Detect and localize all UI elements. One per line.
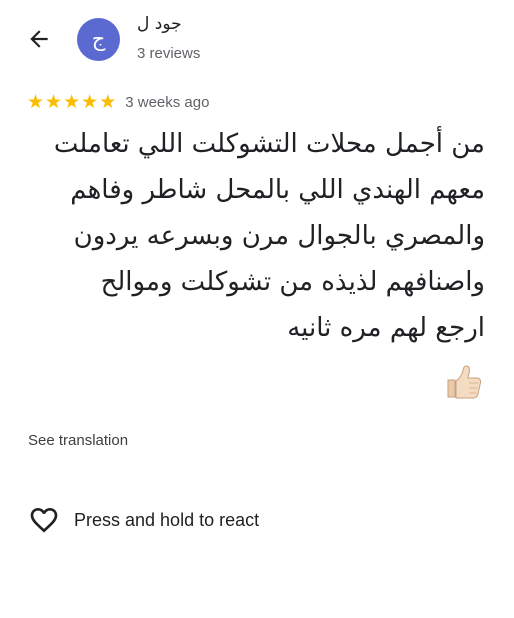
- star-filled-icon: ★: [99, 90, 117, 113]
- star-rating: ★ ★ ★ ★ ★: [27, 90, 117, 113]
- thumbs-up-icon: [447, 365, 482, 399]
- review-date: 3 weeks ago: [125, 93, 210, 111]
- react-button[interactable]: Press and hold to react: [28, 504, 259, 536]
- rating-row: ★ ★ ★ ★ ★ 3 weeks ago: [27, 91, 209, 113]
- reviewer-name[interactable]: جود ل: [137, 14, 182, 34]
- star-filled-icon: ★: [27, 90, 45, 113]
- avatar-letter: ج: [91, 27, 106, 51]
- see-translation-link[interactable]: See translation: [28, 432, 128, 449]
- star-filled-icon: ★: [81, 90, 99, 113]
- react-label: Press and hold to react: [74, 509, 260, 530]
- star-filled-icon: ★: [45, 90, 63, 113]
- review-text: من أجمل محلات التشوكلت اللي تعاملت معهم …: [53, 129, 485, 343]
- heart-outline-icon: [30, 508, 58, 533]
- arrow-left-icon: [30, 30, 48, 48]
- star-filled-icon: ★: [63, 90, 81, 113]
- reviewer-review-count: 3 reviews: [137, 45, 201, 62]
- avatar[interactable]: ج: [77, 18, 120, 61]
- back-button[interactable]: [22, 22, 56, 56]
